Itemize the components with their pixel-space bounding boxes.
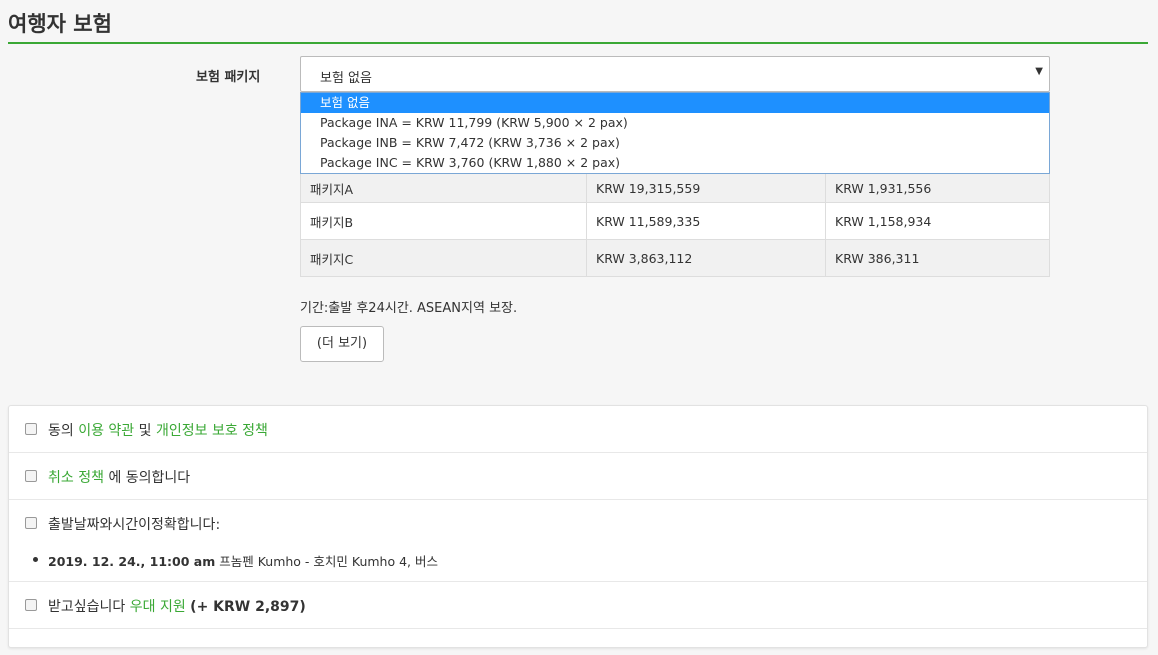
departure-confirm-row: 출발날짜와시간이정확합니다: 2019. 12. 24., 11:00 am 프…: [9, 500, 1147, 582]
trip-route: 프놈펜 Kumho - 호치민 Kumho 4, 버스: [219, 554, 438, 569]
table-row: 패키지C KRW 3,863,112 KRW 386,311: [300, 239, 1050, 277]
terms-checkbox[interactable]: [25, 423, 37, 435]
coverage-note: 기간:출발 후24시간. ASEAN지역 보장.: [300, 301, 518, 316]
table-cell: KRW 386,311: [825, 239, 1050, 277]
departure-confirm-label: 출발날짜와시간이정확합니다:: [48, 517, 221, 533]
bullet: [33, 557, 38, 562]
dropdown-option-none[interactable]: 보험 없음: [301, 93, 1049, 113]
trip-datetime: 2019. 12. 24., 11:00 am: [48, 554, 216, 569]
terms-middle: 및: [138, 423, 152, 439]
insurance-package-select[interactable]: 보험 없음 ▼: [300, 56, 1050, 92]
cancel-policy-text: 취소 정책 에 동의합니다: [48, 467, 190, 487]
table-row: 패키지B KRW 11,589,335 KRW 1,158,934: [300, 202, 1050, 240]
dropdown-option-inc[interactable]: Package INC = KRW 3,760 (KRW 1,880 × 2 p…: [301, 153, 1049, 173]
package-coverage-table: 패키지A KRW 19,315,559 KRW 1,931,556 패키지B K…: [300, 165, 1050, 277]
trip-details: 2019. 12. 24., 11:00 am 프놈펜 Kumho - 호치민 …: [48, 551, 438, 570]
package-label: 보험 패키지: [196, 70, 261, 85]
chevron-down-icon: ▼: [1035, 66, 1043, 77]
priority-support-link[interactable]: 우대 지원: [130, 599, 186, 615]
departure-confirm-checkbox[interactable]: [25, 517, 37, 529]
table-cell: KRW 11,589,335: [586, 202, 826, 240]
dropdown-option-ina[interactable]: Package INA = KRW 11,799 (KRW 5,900 × 2 …: [301, 113, 1049, 133]
terms-agreement-text: 동의 이용 약관 및 개인정보 보호 정책: [48, 420, 268, 440]
select-value: 보험 없음: [320, 71, 372, 86]
title-divider: [8, 42, 1148, 44]
priority-support-prefix: 받고싶습니다: [48, 599, 126, 615]
priority-support-row: 받고싶습니다 우대 지원 (+ KRW 2,897): [9, 582, 1147, 629]
table-cell: 패키지C: [300, 239, 587, 277]
priority-support-text: 받고싶습니다 우대 지원 (+ KRW 2,897): [48, 596, 306, 616]
priority-support-amount: (+ KRW 2,897): [190, 599, 306, 615]
terms-prefix: 동의: [48, 423, 74, 439]
terms-of-use-link[interactable]: 이용 약관: [78, 423, 134, 439]
cancel-policy-suffix: 에 동의합니다: [108, 470, 191, 486]
cancel-policy-checkbox[interactable]: [25, 470, 37, 482]
dropdown-option-inb[interactable]: Package INB = KRW 7,472 (KRW 3,736 × 2 p…: [301, 133, 1049, 153]
terms-agreement-row: 동의 이용 약관 및 개인정보 보호 정책: [9, 406, 1147, 453]
section-title: 여행자 보험: [8, 12, 112, 36]
table-cell: KRW 3,863,112: [586, 239, 826, 277]
cancel-policy-link[interactable]: 취소 정책: [48, 470, 104, 486]
more-button[interactable]: (더 보기): [300, 326, 384, 362]
table-cell: KRW 1,158,934: [825, 202, 1050, 240]
table-cell: 패키지B: [300, 202, 587, 240]
cancel-policy-row: 취소 정책 에 동의합니다: [9, 453, 1147, 500]
insurance-package-dropdown: 보험 없음 Package INA = KRW 11,799 (KRW 5,90…: [300, 92, 1050, 174]
agreements-panel: 동의 이용 약관 및 개인정보 보호 정책 취소 정책 에 동의합니다 출발날짜…: [8, 405, 1148, 648]
priority-support-checkbox[interactable]: [25, 599, 37, 611]
privacy-policy-link[interactable]: 개인정보 보호 정책: [156, 423, 268, 439]
